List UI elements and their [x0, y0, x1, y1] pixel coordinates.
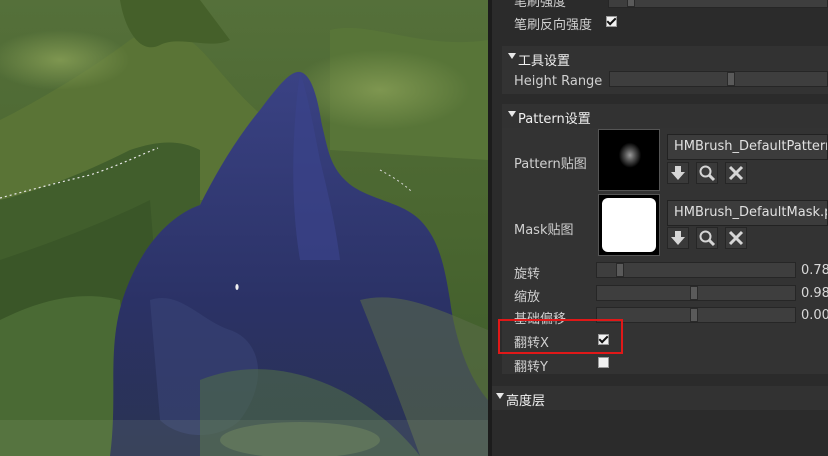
base-offset-value[interactable]: 0.00: [801, 308, 828, 323]
pattern-settings-header[interactable]: Pattern设置: [502, 104, 828, 128]
download-icon[interactable]: [667, 227, 689, 249]
expand-arrow-icon: [508, 53, 516, 59]
scene-viewport[interactable]: [0, 0, 488, 456]
mask-file-field[interactable]: HMBrush_DefaultMask.png: [667, 200, 828, 226]
terrain-render: [0, 0, 488, 456]
brush-settings-panel: 笔刷强度 笔刷反向强度 工具设置 Height Range Pattern设置 …: [492, 0, 828, 456]
invert-strength-label: 笔刷反向强度: [514, 18, 593, 33]
close-icon[interactable]: [725, 227, 747, 249]
brush-strength-slider[interactable]: [608, 0, 828, 8]
mask-thumbnail[interactable]: [598, 194, 660, 256]
rotation-value[interactable]: 0.78: [801, 263, 828, 278]
annotation-highlight-box: [498, 319, 623, 354]
magnifier-icon[interactable]: [696, 227, 718, 249]
download-icon[interactable]: [667, 162, 689, 184]
pattern-settings-title: Pattern设置: [518, 112, 591, 127]
close-icon[interactable]: [725, 162, 747, 184]
height-range-slider[interactable]: [609, 71, 828, 87]
pattern-texture-label: Pattern贴图: [514, 157, 587, 172]
height-range-label: Height Range: [514, 74, 603, 89]
height-layer-title: 高度层: [506, 394, 546, 409]
invert-strength-checkbox[interactable]: [606, 16, 617, 27]
expand-arrow-icon: [496, 393, 504, 399]
magnifier-icon[interactable]: [696, 162, 718, 184]
flip-y-label: 翻转Y: [514, 360, 548, 375]
rotation-label: 旋转: [514, 267, 541, 282]
brush-strength-label: 笔刷强度: [514, 0, 567, 10]
slider-knob[interactable]: [690, 286, 698, 300]
mask-texture-label: Mask贴图: [514, 223, 574, 238]
slider-knob[interactable]: [616, 263, 624, 277]
scale-label: 缩放: [514, 290, 541, 305]
scale-value[interactable]: 0.98: [801, 286, 828, 301]
rotation-slider[interactable]: [596, 262, 796, 278]
scale-slider[interactable]: [596, 285, 796, 301]
slider-knob[interactable]: [690, 308, 698, 322]
slider-knob[interactable]: [627, 0, 635, 7]
tool-settings-title: 工具设置: [518, 54, 571, 69]
base-offset-slider[interactable]: [596, 307, 796, 323]
tool-settings-header[interactable]: 工具设置: [502, 46, 828, 70]
flip-y-checkbox[interactable]: [598, 357, 609, 368]
height-layer-header[interactable]: 高度层: [492, 386, 828, 410]
panel-empty-area: [492, 410, 828, 456]
pattern-file-field[interactable]: HMBrush_DefaultPattern.png: [667, 134, 828, 160]
pattern-thumbnail[interactable]: [598, 129, 660, 191]
slider-knob[interactable]: [727, 72, 735, 86]
expand-arrow-icon: [508, 111, 516, 117]
